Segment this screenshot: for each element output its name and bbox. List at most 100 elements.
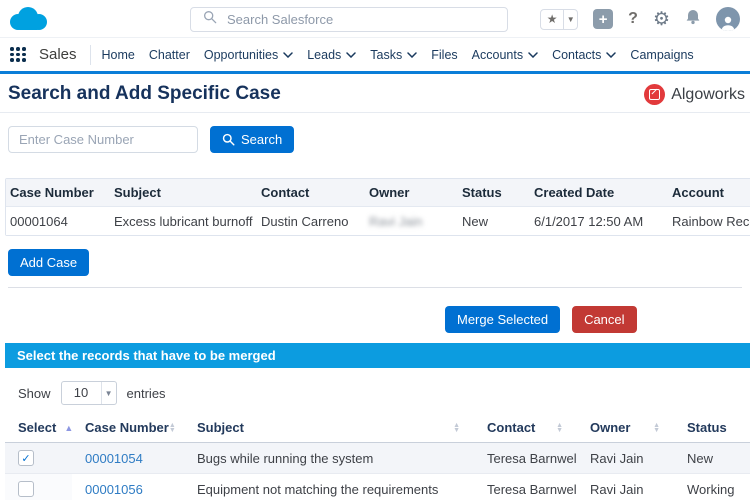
subject-cell: Excess lubricant burnoff bbox=[114, 213, 253, 229]
case-table-header: Case Number Subject Contact Owner Status… bbox=[6, 179, 750, 207]
tab-files[interactable]: Files bbox=[424, 48, 464, 62]
case-search-section: Search bbox=[8, 126, 750, 153]
column-header-status[interactable]: Status bbox=[674, 413, 750, 442]
global-search[interactable] bbox=[190, 7, 508, 32]
row-select-checkbox[interactable] bbox=[18, 481, 34, 497]
case-number-link[interactable]: 00001054 bbox=[85, 451, 143, 466]
tab-home[interactable]: Home bbox=[95, 48, 142, 62]
brand-name: Algoworks bbox=[671, 85, 745, 103]
case-number-cell: 00001056 bbox=[72, 474, 184, 500]
tab-contacts[interactable]: Contacts bbox=[545, 48, 623, 62]
show-label: Show bbox=[18, 385, 51, 401]
case-number-cell: 00001054 bbox=[72, 443, 184, 473]
search-button[interactable]: Search bbox=[210, 126, 295, 153]
case-number-link[interactable]: 00001056 bbox=[85, 482, 143, 497]
merge-table-row: 00001056 Equipment not matching the requ… bbox=[5, 474, 750, 500]
chevron-down-icon bbox=[528, 51, 538, 58]
chevron-down-icon bbox=[407, 51, 417, 58]
row-select-checkbox[interactable]: ✓ bbox=[18, 450, 34, 466]
contact-cell: Teresa Barnwell bbox=[487, 481, 577, 497]
chevron-down-icon: ▼ bbox=[100, 382, 116, 404]
search-icon bbox=[203, 10, 217, 29]
select-cell: ✓ bbox=[5, 443, 72, 473]
subject-cell: Equipment not matching the requirements bbox=[197, 481, 439, 497]
page-title: Search and Add Specific Case bbox=[8, 83, 281, 104]
column-header-contact: Contact bbox=[261, 185, 310, 200]
case-number-input[interactable] bbox=[8, 126, 198, 153]
case-table-row: 00001064 Excess lubricant burnoff Dustin… bbox=[6, 207, 750, 235]
column-header-case-number: Case Number bbox=[10, 185, 94, 200]
global-header: ★ ▼ + ? ⚙ bbox=[0, 0, 750, 38]
brand-logo: Algoworks bbox=[644, 84, 745, 105]
entries-select[interactable]: 10 ▼ bbox=[60, 381, 117, 405]
merge-table-body: ✓ 00001054 Bugs while running the system… bbox=[5, 443, 750, 500]
search-icon bbox=[222, 133, 235, 146]
account-cell: Rainbow Records bbox=[672, 213, 750, 229]
merge-table-header: Select ▲ Case Number ▲ ▼ Subject ▲ ▼ Contact ▲… bbox=[5, 413, 750, 443]
subject-cell: Bugs while running the system bbox=[197, 450, 374, 466]
contact-cell: Teresa Barnwell bbox=[487, 450, 577, 466]
chevron-down-icon bbox=[346, 51, 357, 58]
owner-cell: Ravi Jain bbox=[590, 450, 644, 466]
case-number-cell: 00001064 bbox=[10, 213, 68, 229]
user-avatar[interactable] bbox=[716, 7, 740, 31]
page-size-control: Show 10 ▼ entries bbox=[18, 381, 750, 405]
app-launcher-icon[interactable] bbox=[10, 47, 26, 62]
favorites-control[interactable]: ★ ▼ bbox=[540, 8, 579, 30]
merge-table-row: ✓ 00001054 Bugs while running the system… bbox=[5, 443, 750, 474]
sort-icon: ▲ ▼ bbox=[556, 421, 563, 434]
owner-cell: Ravi Jain bbox=[590, 481, 644, 497]
column-header-select[interactable]: Select ▲ bbox=[5, 413, 72, 442]
app-navbar: Sales Home Chatter Opportunities Leads T… bbox=[0, 38, 750, 74]
merge-table: Select ▲ Case Number ▲ ▼ Subject ▲ ▼ Contact ▲… bbox=[5, 413, 750, 500]
favorites-caret-icon[interactable]: ▼ bbox=[563, 9, 577, 29]
owner-cell-redacted: Ravi Jain bbox=[369, 213, 423, 229]
tab-chatter[interactable]: Chatter bbox=[142, 48, 197, 62]
case-table-body: 00001064 Excess lubricant burnoff Dustin… bbox=[6, 207, 750, 235]
notifications-bell-icon[interactable] bbox=[685, 9, 701, 30]
merge-actions: Merge Selected Cancel bbox=[0, 306, 750, 333]
app-name: Sales bbox=[39, 46, 77, 63]
nav-divider bbox=[89, 44, 91, 65]
column-header-account: Account bbox=[672, 185, 724, 200]
tab-opportunities[interactable]: Opportunities bbox=[197, 48, 300, 62]
tab-leads[interactable]: Leads bbox=[300, 48, 363, 62]
add-icon[interactable]: + bbox=[593, 9, 614, 29]
sort-icon: ▲ ▼ bbox=[168, 421, 176, 434]
tab-tasks[interactable]: Tasks bbox=[363, 48, 424, 62]
add-case-button[interactable]: Add Case bbox=[8, 249, 90, 276]
algoworks-icon bbox=[644, 84, 666, 105]
column-header-contact[interactable]: Contact ▲ ▼ bbox=[474, 413, 577, 442]
divider bbox=[8, 287, 742, 288]
created-date-cell: 6/1/2017 12:50 AM bbox=[534, 213, 644, 229]
column-header-case-number[interactable]: Case Number ▲ ▼ bbox=[72, 413, 184, 442]
global-search-input[interactable] bbox=[227, 12, 507, 27]
global-actions: ★ ▼ + ? ⚙ bbox=[540, 0, 740, 38]
merge-selected-button[interactable]: Merge Selected bbox=[445, 306, 561, 333]
column-header-subject: Subject bbox=[114, 185, 161, 200]
sort-ascending-icon: ▲ bbox=[64, 422, 72, 433]
favorites-star-icon[interactable]: ★ bbox=[541, 10, 563, 29]
chevron-down-icon bbox=[283, 51, 293, 58]
setup-gear-icon[interactable]: ⚙ bbox=[653, 10, 670, 29]
sort-icon: ▲ ▼ bbox=[653, 421, 660, 434]
salesforce-logo bbox=[8, 5, 48, 38]
divider bbox=[0, 112, 750, 113]
column-header-status: Status bbox=[462, 185, 502, 200]
app-window: ★ ▼ + ? ⚙ Sales Home Chatter Opportuniti… bbox=[0, 0, 750, 500]
entries-select-value: 10 bbox=[73, 385, 89, 400]
tab-campaigns[interactable]: Campaigns bbox=[623, 48, 700, 62]
merge-section-title: Select the records that have to be merge… bbox=[5, 343, 750, 368]
sort-icon: ▲ ▼ bbox=[453, 421, 460, 434]
column-header-owner[interactable]: Owner ▲ ▼ bbox=[577, 413, 674, 442]
column-header-subject[interactable]: Subject ▲ ▼ bbox=[184, 413, 474, 442]
status-cell: New bbox=[687, 450, 714, 466]
cancel-button[interactable]: Cancel bbox=[572, 306, 637, 333]
status-cell: Working bbox=[687, 481, 735, 497]
help-icon[interactable]: ? bbox=[628, 10, 638, 28]
column-header-created-date: Created Date bbox=[534, 185, 615, 200]
contact-cell: Dustin Carreno bbox=[261, 213, 349, 229]
column-header-owner: Owner bbox=[369, 185, 410, 200]
status-cell: New bbox=[462, 213, 489, 229]
tab-accounts[interactable]: Accounts bbox=[465, 48, 545, 62]
